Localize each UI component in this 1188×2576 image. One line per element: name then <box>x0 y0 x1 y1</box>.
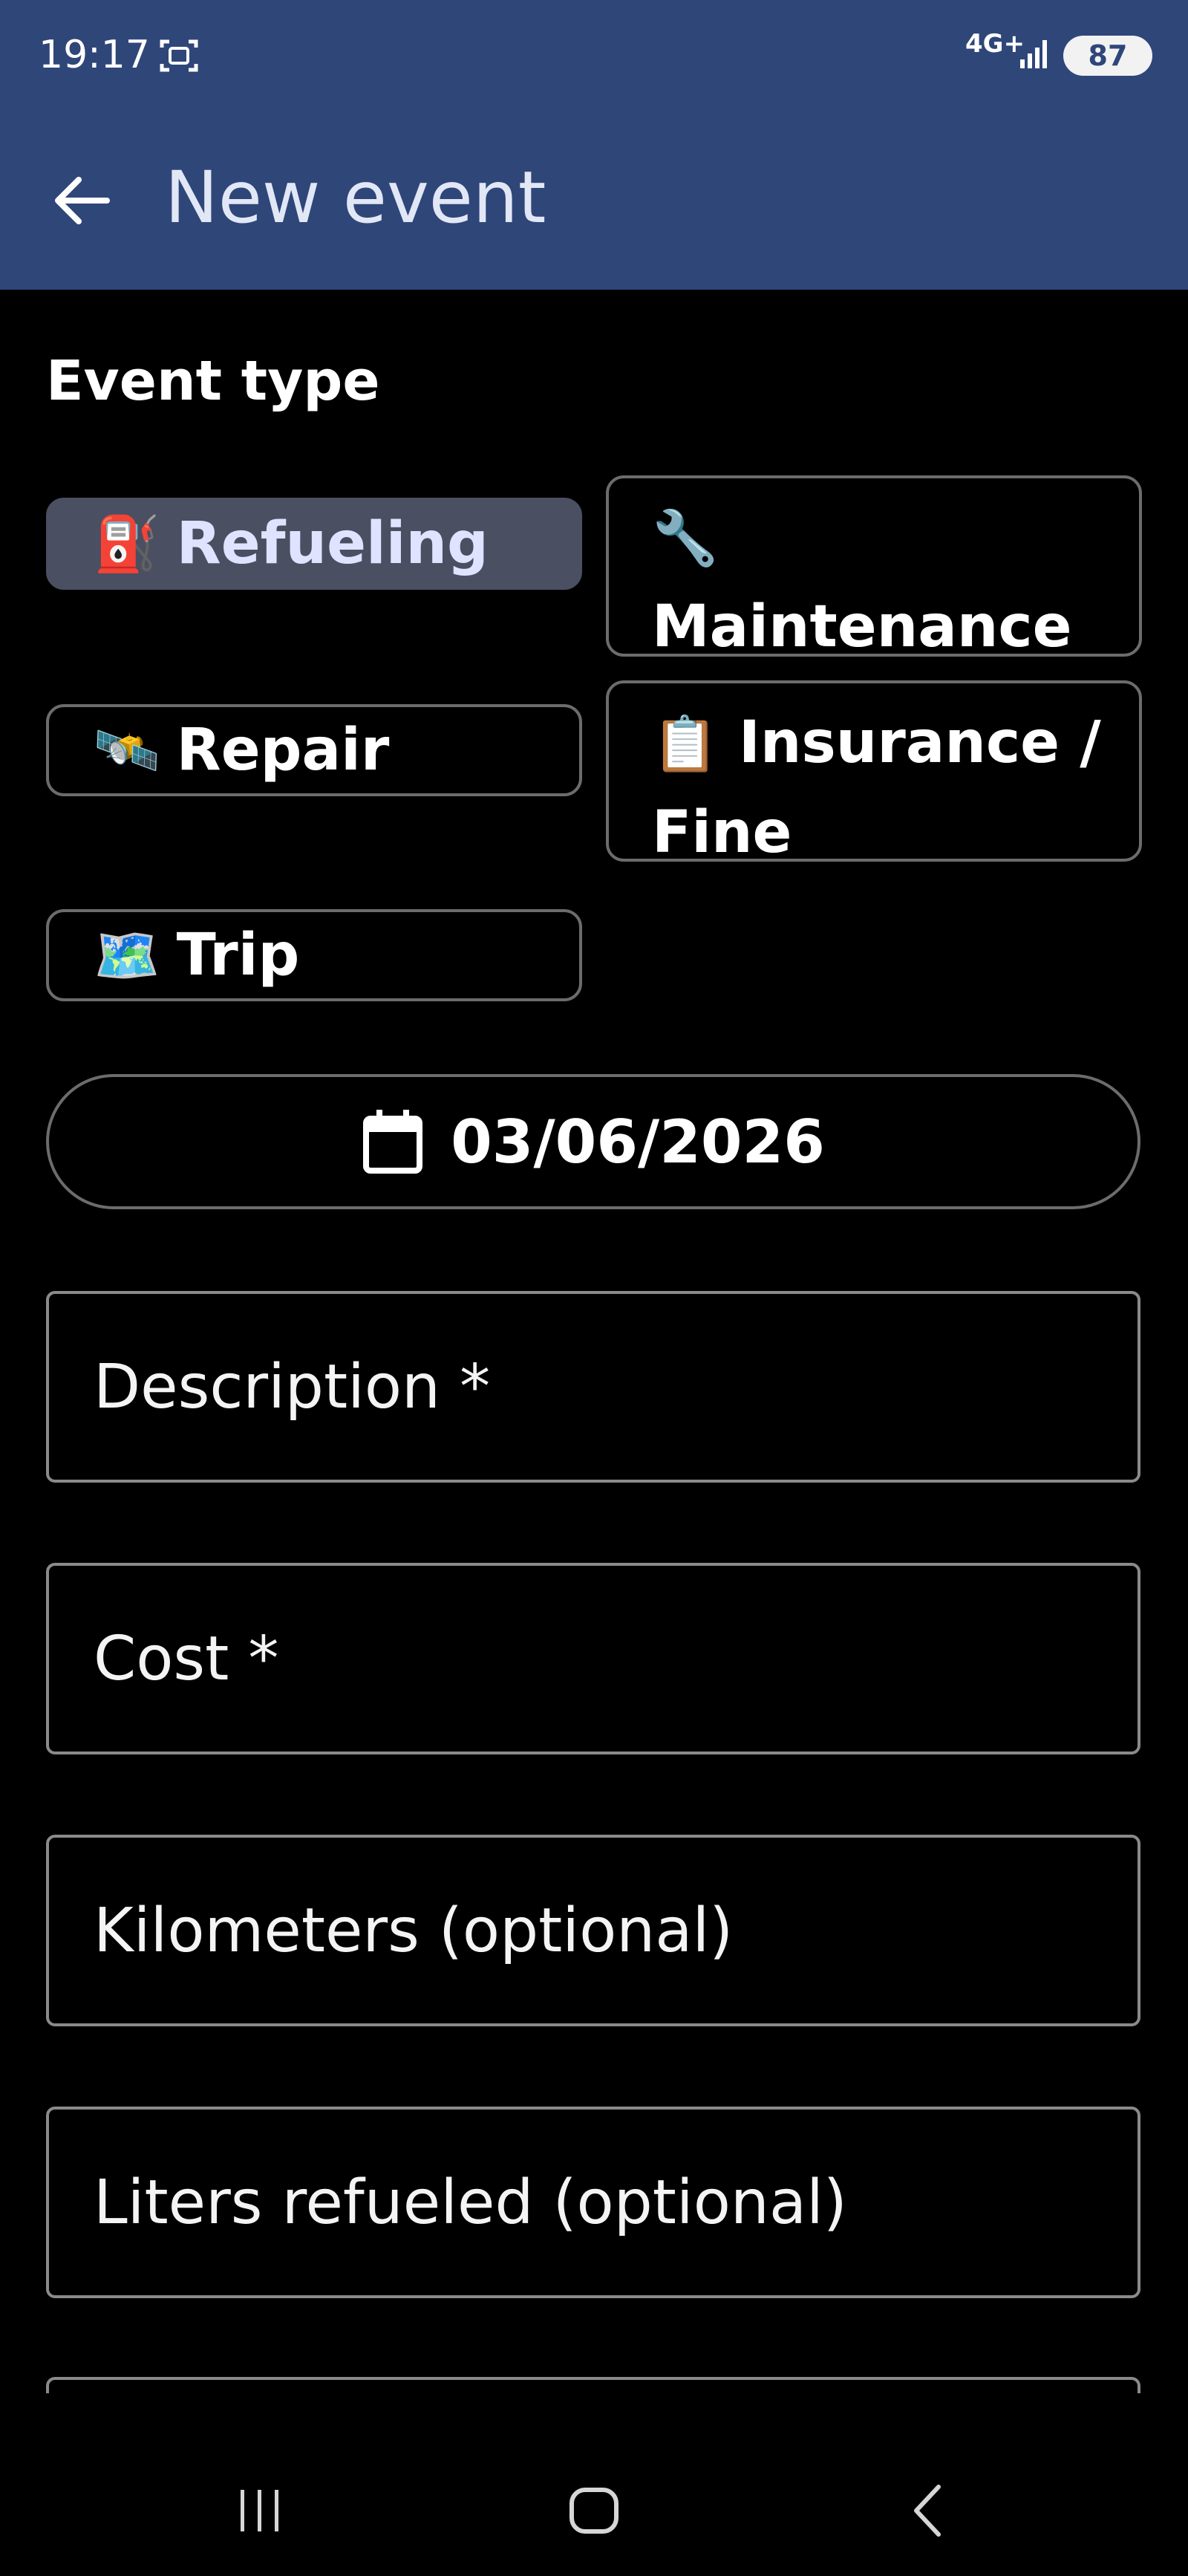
chip-label-line2: Fine <box>652 799 792 866</box>
chip-label: Maintenance <box>652 593 1072 660</box>
screenshot-icon <box>160 39 198 72</box>
status-time: 19:17 <box>39 33 150 77</box>
world-map-icon: 🗺️ <box>94 923 160 986</box>
chip-maintenance[interactable]: 🔧 Maintenance <box>606 475 1142 660</box>
description-field[interactable] <box>46 1291 1140 1483</box>
wrench-icon: 🔧 <box>652 507 719 569</box>
app-header: 19:17 4G+ 87 New event <box>0 0 1188 290</box>
liters-field[interactable] <box>46 2107 1140 2298</box>
chip-label: Insurance / <box>738 709 1101 776</box>
chip-label: Trip <box>176 922 300 989</box>
kilometers-field[interactable] <box>46 1835 1140 2026</box>
page-title: New event <box>165 156 546 239</box>
signal-icon <box>1020 40 1047 68</box>
liters-input[interactable] <box>49 2110 1138 2295</box>
cost-field[interactable] <box>46 1563 1140 1754</box>
network-type: 4G+ <box>965 29 1025 59</box>
satellite-icon: 🛰️ <box>94 718 160 781</box>
date-picker-button[interactable]: 03/06/2026 <box>46 1074 1140 1209</box>
event-type-label: Event type <box>46 349 380 413</box>
clipboard-icon: 📋 <box>652 712 719 775</box>
recent-apps-icon[interactable] <box>236 2473 284 2548</box>
calendar-icon <box>363 1110 423 1174</box>
battery-icon: 87 <box>1063 36 1152 76</box>
chip-trip[interactable]: 🗺️ Trip <box>46 909 582 1001</box>
arrow-left-icon[interactable] <box>45 163 119 238</box>
chip-label: Refueling <box>176 510 489 577</box>
battery-level: 87 <box>1088 39 1128 72</box>
description-input[interactable] <box>49 1294 1138 1480</box>
fuel-pump-icon: ⛽ <box>94 512 160 575</box>
chip-refueling[interactable]: ⛽ Refueling <box>46 498 582 590</box>
kilometers-input[interactable] <box>49 1838 1138 2023</box>
chip-insurance-fine[interactable]: 📋 Insurance / Fine <box>606 680 1142 866</box>
chip-repair[interactable]: 🛰️ Repair <box>46 704 582 796</box>
back-icon[interactable] <box>904 2473 952 2548</box>
cost-input[interactable] <box>49 1566 1138 1752</box>
chip-label: Repair <box>176 717 390 784</box>
home-icon[interactable] <box>561 2473 627 2548</box>
date-value: 03/06/2026 <box>451 1107 825 1177</box>
